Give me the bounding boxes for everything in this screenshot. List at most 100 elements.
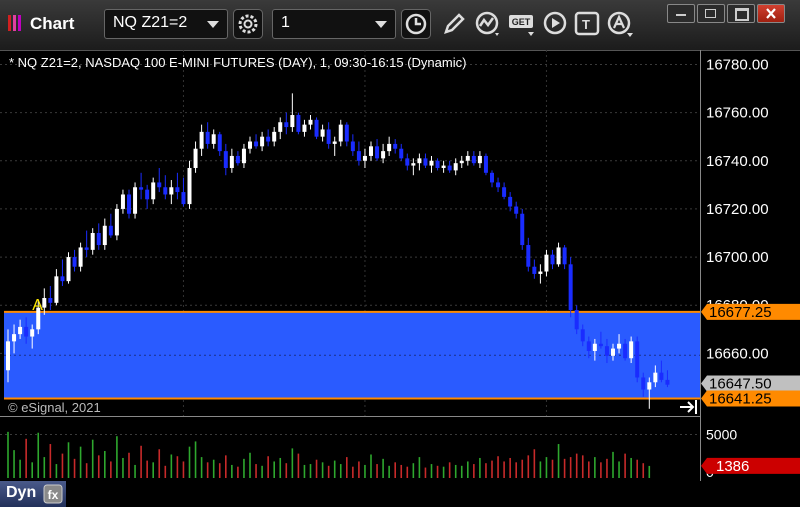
candle-body[interactable] — [647, 382, 652, 390]
candle-body[interactable] — [623, 343, 628, 359]
candle-body[interactable] — [54, 276, 59, 303]
candle-body[interactable] — [320, 129, 325, 137]
candle-body[interactable] — [326, 129, 331, 144]
candle-body[interactable] — [254, 141, 259, 147]
candle-body[interactable] — [617, 343, 622, 349]
cascade-button[interactable] — [697, 4, 725, 23]
candle-body[interactable] — [611, 348, 615, 356]
settings-gear-icon[interactable] — [233, 9, 263, 39]
candle-body[interactable] — [272, 131, 277, 142]
candle-body[interactable] — [477, 155, 482, 164]
candle-body[interactable] — [405, 158, 410, 166]
candle-body[interactable] — [260, 136, 265, 147]
candle-body[interactable] — [592, 343, 597, 351]
candle-body[interactable] — [381, 151, 386, 159]
candle-body[interactable] — [78, 247, 83, 267]
candle-body[interactable] — [604, 346, 609, 356]
candle-body[interactable] — [120, 194, 125, 209]
symbol-input[interactable]: NQ Z21=2 — [104, 9, 228, 39]
candle-body[interactable] — [369, 146, 373, 156]
candle-body[interactable] — [175, 187, 180, 193]
candle-body[interactable] — [187, 167, 192, 205]
alert-icon[interactable] — [605, 9, 635, 39]
candle-body[interactable] — [508, 196, 513, 207]
interval-input[interactable]: 1 — [272, 9, 396, 39]
candle-body[interactable] — [181, 192, 186, 205]
candle-body[interactable] — [332, 141, 337, 144]
candle-body[interactable] — [514, 206, 519, 214]
candle-body[interactable] — [199, 131, 204, 149]
candle-body[interactable] — [435, 160, 440, 168]
chart-area[interactable]: A * NQ Z21=2, NASDAQ 100 E-MINI FUTURES … — [0, 50, 800, 481]
close-button[interactable] — [757, 4, 785, 23]
candle-body[interactable] — [375, 146, 380, 159]
candle-body[interactable] — [102, 225, 107, 246]
candle-body[interactable] — [520, 213, 525, 246]
candle-body[interactable] — [24, 326, 29, 337]
candle-body[interactable] — [471, 155, 476, 164]
candle-body[interactable] — [248, 141, 252, 149]
clock-icon[interactable] — [401, 9, 431, 39]
candle-body[interactable] — [296, 115, 301, 132]
candle-body[interactable] — [229, 155, 234, 168]
candle-body[interactable] — [211, 134, 216, 144]
candle-body[interactable] — [72, 257, 77, 267]
candle-body[interactable] — [114, 208, 119, 236]
pencil-draw-icon[interactable] — [439, 9, 469, 39]
price-axis[interactable]: 16780.00 16760.00 16740.00 16720.00 16700.00… — [701, 56, 800, 408]
candle-body[interactable] — [96, 233, 101, 246]
candle-body[interactable] — [284, 122, 289, 128]
candle-body[interactable] — [453, 163, 458, 171]
candle-body[interactable] — [151, 182, 156, 200]
candle-body[interactable] — [665, 379, 670, 385]
candle-body[interactable] — [90, 233, 95, 250]
candle-body[interactable] — [133, 187, 138, 214]
candle-body[interactable] — [314, 119, 319, 137]
candle-body[interactable] — [127, 194, 131, 214]
candle-body[interactable] — [568, 264, 573, 311]
candle-body[interactable] — [60, 276, 65, 282]
candle-body[interactable] — [66, 257, 71, 282]
candle-body[interactable] — [496, 182, 501, 188]
auto-scale-icon[interactable]: fx — [43, 484, 63, 504]
maximize-button[interactable] — [727, 4, 755, 23]
candle-body[interactable] — [223, 151, 228, 168]
candle-body[interactable] — [393, 143, 398, 149]
dynamic-mode-button[interactable]: Dyn fx — [0, 481, 66, 507]
price-level-label[interactable]: 16677.25 — [701, 303, 800, 321]
candle-body[interactable] — [290, 115, 295, 128]
candle-body[interactable] — [356, 151, 361, 161]
candle-body[interactable] — [84, 247, 89, 250]
candle-body[interactable] — [598, 343, 603, 347]
play-icon[interactable] — [541, 9, 571, 39]
candle-body[interactable] — [399, 148, 404, 159]
candle-body[interactable] — [266, 136, 271, 142]
interval-dropdown-chevron-icon[interactable] — [375, 21, 387, 28]
candle-body[interactable] — [217, 134, 222, 152]
studies-chart-icon[interactable] — [473, 9, 503, 39]
current-volume-label[interactable]: 1386 — [701, 457, 800, 475]
candle-body[interactable] — [411, 163, 416, 166]
candle-body[interactable] — [629, 341, 634, 359]
candle-body[interactable] — [502, 187, 507, 197]
candle-body[interactable] — [580, 329, 585, 342]
candle-body[interactable] — [139, 187, 144, 190]
symbol-dropdown-chevron-icon[interactable] — [207, 21, 219, 28]
candle-body[interactable] — [205, 131, 210, 144]
candle-body[interactable] — [278, 122, 283, 132]
candle-body[interactable] — [48, 298, 53, 303]
candle-body[interactable] — [235, 155, 240, 164]
candle-body[interactable] — [544, 254, 549, 272]
get-data-icon[interactable]: GET — [507, 9, 537, 39]
candle-body[interactable] — [362, 155, 367, 161]
candle-body[interactable] — [387, 143, 392, 152]
restore-button[interactable] — [667, 4, 695, 23]
text-tool-icon[interactable]: T — [573, 9, 603, 39]
candle-body[interactable] — [12, 334, 17, 342]
candle-body[interactable] — [526, 245, 531, 267]
candle-body[interactable] — [441, 165, 446, 168]
candle-body[interactable] — [350, 141, 355, 152]
candle-body[interactable] — [459, 160, 464, 164]
candle-body[interactable] — [556, 247, 561, 265]
candle-body[interactable] — [653, 372, 658, 383]
